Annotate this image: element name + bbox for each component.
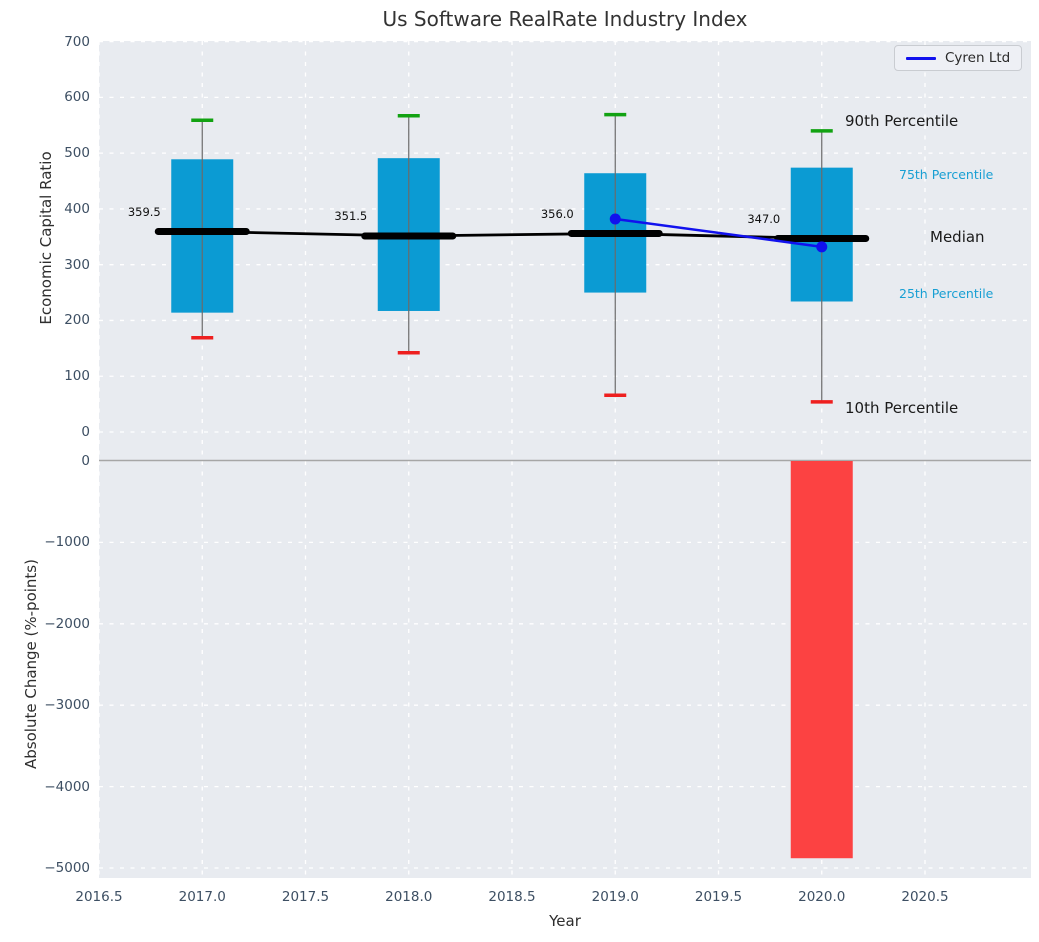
y-axis-label-top: Economic Capital Ratio [37, 151, 55, 325]
y-tick-label-bottom: −5000 [44, 860, 90, 876]
y-tick-label-bottom: −4000 [44, 778, 90, 795]
y-tick-label-top: 0 [81, 424, 90, 440]
x-tick-label: 2019.5 [694, 889, 743, 905]
annotation-10th-percentile: 10th Percentile [845, 399, 959, 417]
y-tick-label-top: 300 [64, 256, 90, 273]
x-tick-label: 2019.0 [591, 889, 639, 905]
y-tick-label-top: 700 [64, 33, 90, 50]
y-tick-label-top: 100 [64, 368, 90, 385]
y-axis-label-bottom: Absolute Change (%-points) [22, 559, 40, 769]
top-panel-background [99, 41, 1031, 447]
y-tick-label-bottom: −3000 [44, 697, 90, 714]
legend: Cyren Ltd [894, 45, 1023, 71]
legend-label: Cyren Ltd [945, 50, 1011, 66]
annotation-75th-percentile: 75th Percentile [899, 167, 994, 182]
annotation-25th-percentile: 25th Percentile [899, 286, 994, 301]
x-tick-label: 2020.5 [901, 889, 949, 905]
cyren-point-2019 [609, 213, 621, 225]
boxplot-figure: Us Software RealRate Industry Index Econ… [0, 0, 1039, 942]
y-tick-label-top: 400 [64, 200, 90, 217]
box-median-label: 356.0 [540, 206, 574, 221]
x-tick-label: 2018.0 [385, 889, 433, 905]
box-median-label: 359.5 [127, 205, 161, 219]
plot-canvas [98, 40, 1031, 878]
x-axis-label: Year [549, 912, 581, 930]
x-tick-label: 2018.5 [488, 889, 536, 905]
y-tick-label-top: 200 [64, 312, 90, 329]
chart-title: Us Software RealRate Industry Index [382, 7, 748, 31]
y-tick-label-bottom: 0 [81, 453, 90, 469]
x-tick-label: 2020.0 [798, 889, 846, 905]
y-tick-label-bottom: −2000 [44, 615, 90, 632]
x-tick-label: 2016.5 [75, 889, 123, 905]
change-bar-2020 [790, 461, 853, 859]
y-tick-label-top: 500 [64, 145, 90, 162]
y-tick-label-bottom: −1000 [44, 534, 90, 551]
annotation-median: Median [930, 228, 985, 246]
box-median-label: 347.0 [747, 211, 781, 226]
x-tick-label: 2017.5 [281, 889, 330, 905]
box-median-label: 351.5 [334, 209, 368, 224]
cyren-point-2020 [816, 241, 828, 253]
legend-line-swatch [906, 56, 936, 60]
bottom-panel-background [99, 447, 1031, 878]
y-tick-label-top: 600 [64, 89, 90, 106]
annotation-90th-percentile: 90th Percentile [845, 112, 959, 130]
x-tick-label: 2017.0 [178, 889, 226, 905]
